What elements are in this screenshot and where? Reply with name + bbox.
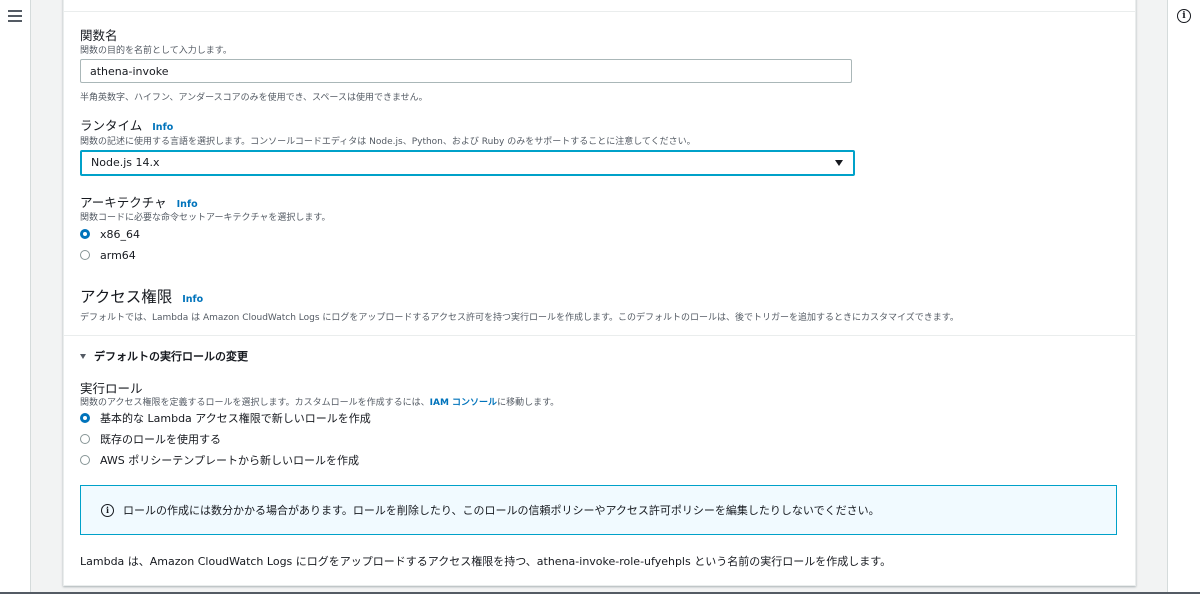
radio-unselected[interactable] [80, 434, 90, 444]
section-divider [64, 335, 1135, 336]
execution-role-summary: Lambda は、Amazon CloudWatch Logs にログをアップロ… [80, 555, 892, 568]
radio-unselected[interactable] [80, 455, 90, 465]
execution-role-description-prefix: 関数のアクセス権限を定義するロールを選択します。カスタムロールを作成するには、 [80, 398, 430, 408]
card-top-divider [64, 11, 1135, 12]
radio-label: 既存のロールを使用する [100, 433, 221, 446]
create-function-form: 関数名 関数の目的を名前として入力します。 半角英数字、ハイフン、アンダースコア… [63, 0, 1136, 586]
role-creation-info-alert: i ロールの作成には数分かかる場合があります。ロールを削除したり、このロールの信… [80, 485, 1117, 535]
role-option-use-existing[interactable]: 既存のロールを使用する [80, 432, 221, 446]
radio-label: arm64 [100, 248, 136, 262]
radio-label: x86_64 [100, 227, 141, 241]
info-circle-icon: i [101, 503, 114, 517]
architecture-option-arm64[interactable]: arm64 [80, 248, 136, 262]
execution-role-description-suffix: に移動します。 [497, 398, 560, 408]
runtime-description: 関数の記述に使用する言語を選択します。コンソールコードエディタは Node.js… [80, 137, 696, 147]
default-role-expander[interactable]: デフォルトの実行ロールの変更 [80, 348, 248, 364]
permissions-info-link[interactable]: Info [182, 294, 203, 305]
execution-role-description: 関数のアクセス権限を定義するロールを選択します。カスタムロールを作成するには、I… [80, 395, 559, 408]
function-name-label: 関数名 [80, 28, 118, 43]
radio-unselected[interactable] [80, 250, 90, 260]
runtime-label-text: ランタイム [80, 118, 143, 133]
architecture-option-x86-64[interactable]: x86_64 [80, 227, 140, 241]
hamburger-menu-icon[interactable] [8, 10, 22, 22]
function-name-description: 関数の目的を名前として入力します。 [80, 46, 232, 56]
runtime-label: ランタイム Info [80, 115, 173, 134]
runtime-selected-value: Node.js 14.x [91, 156, 160, 169]
permissions-title: アクセス権限 Info [80, 285, 203, 307]
alert-message: ロールの作成には数分かかる場合があります。ロールを削除したり、このロールの信頼ポ… [123, 504, 880, 517]
caret-down-icon [835, 160, 843, 166]
info-circle-icon[interactable]: i [1177, 9, 1191, 23]
architecture-info-link[interactable]: Info [177, 199, 198, 210]
permissions-title-text: アクセス権限 [80, 288, 173, 306]
navigation-rail [0, 0, 31, 594]
architecture-label: アーキテクチャ Info [80, 192, 198, 211]
caret-expanded-icon [80, 353, 86, 359]
radio-label: 基本的な Lambda アクセス権限で新しいロールを作成 [100, 412, 371, 425]
radio-label: AWS ポリシーテンプレートから新しいロールを作成 [100, 454, 359, 467]
runtime-info-link[interactable]: Info [152, 122, 173, 133]
radio-selected[interactable] [80, 413, 90, 423]
function-name-input[interactable] [80, 59, 852, 83]
radio-selected[interactable] [80, 229, 90, 239]
function-name-constraint: 半角英数字、ハイフン、アンダースコアのみを使用でき、スペースは使用できません。 [80, 93, 428, 103]
permissions-description: デフォルトでは、Lambda は Amazon CloudWatch Logs … [80, 313, 959, 323]
runtime-select[interactable]: Node.js 14.x [80, 150, 855, 176]
role-option-policy-template[interactable]: AWS ポリシーテンプレートから新しいロールを作成 [80, 453, 359, 467]
iam-console-link[interactable]: IAM コンソール [430, 398, 497, 408]
expander-label: デフォルトの実行ロールの変更 [94, 350, 248, 363]
tools-rail: i [1167, 0, 1200, 594]
architecture-label-text: アーキテクチャ [80, 195, 167, 210]
architecture-description: 関数コードに必要な命令セットアーキテクチャを選択します。 [80, 213, 331, 223]
role-option-create-basic[interactable]: 基本的な Lambda アクセス権限で新しいロールを作成 [80, 411, 371, 425]
